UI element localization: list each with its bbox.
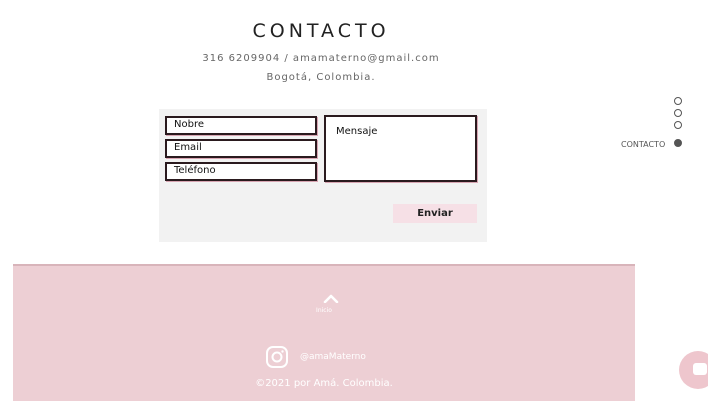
phone-field[interactable]: Teléfono: [165, 162, 317, 181]
send-button[interactable]: Enviar: [393, 204, 477, 223]
copyright-text: ©2021 por Amá. Colombia.: [255, 378, 393, 389]
email-field[interactable]: Email: [165, 139, 317, 158]
contact-city: Bogotá, Colombia.: [266, 72, 376, 83]
footer: Inicio @amaMaterno ©2021 por Amá. Colomb…: [13, 264, 635, 401]
section-nav-active-label[interactable]: CONTACTO: [621, 140, 665, 149]
instagram-handle-link[interactable]: @amaMaterno: [300, 352, 366, 362]
message-field[interactable]: Mensaje: [324, 115, 477, 182]
section-nav-dot-3[interactable]: [674, 121, 682, 129]
name-field[interactable]: Nobre: [165, 116, 317, 135]
chat-icon: [693, 363, 707, 375]
contact-phone-email: 316 6209904 / amamaterno@gmail.com: [202, 53, 440, 64]
section-nav-dot-contacto[interactable]: [674, 139, 682, 147]
back-to-top-link[interactable]: Inicio: [13, 307, 635, 314]
chat-button[interactable]: [679, 351, 708, 389]
chevron-up-icon[interactable]: [323, 293, 339, 303]
page-title: CONTACTO: [252, 19, 390, 42]
section-nav-dot-2[interactable]: [674, 109, 682, 117]
instagram-icon[interactable]: [265, 345, 289, 369]
section-nav-dot-1[interactable]: [674, 97, 682, 105]
